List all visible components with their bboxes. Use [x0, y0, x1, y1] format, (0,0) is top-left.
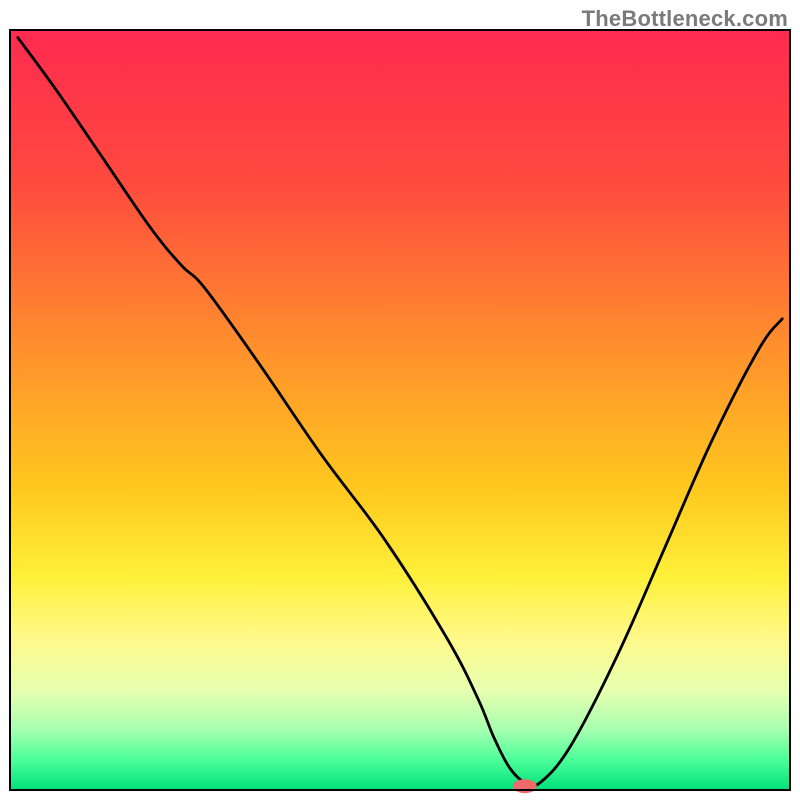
bottleneck-chart [0, 0, 800, 800]
watermark-label: TheBottleneck.com [582, 6, 788, 32]
optimal-point-marker [513, 779, 537, 793]
plot-background [10, 30, 790, 790]
chart-container: TheBottleneck.com [0, 0, 800, 800]
